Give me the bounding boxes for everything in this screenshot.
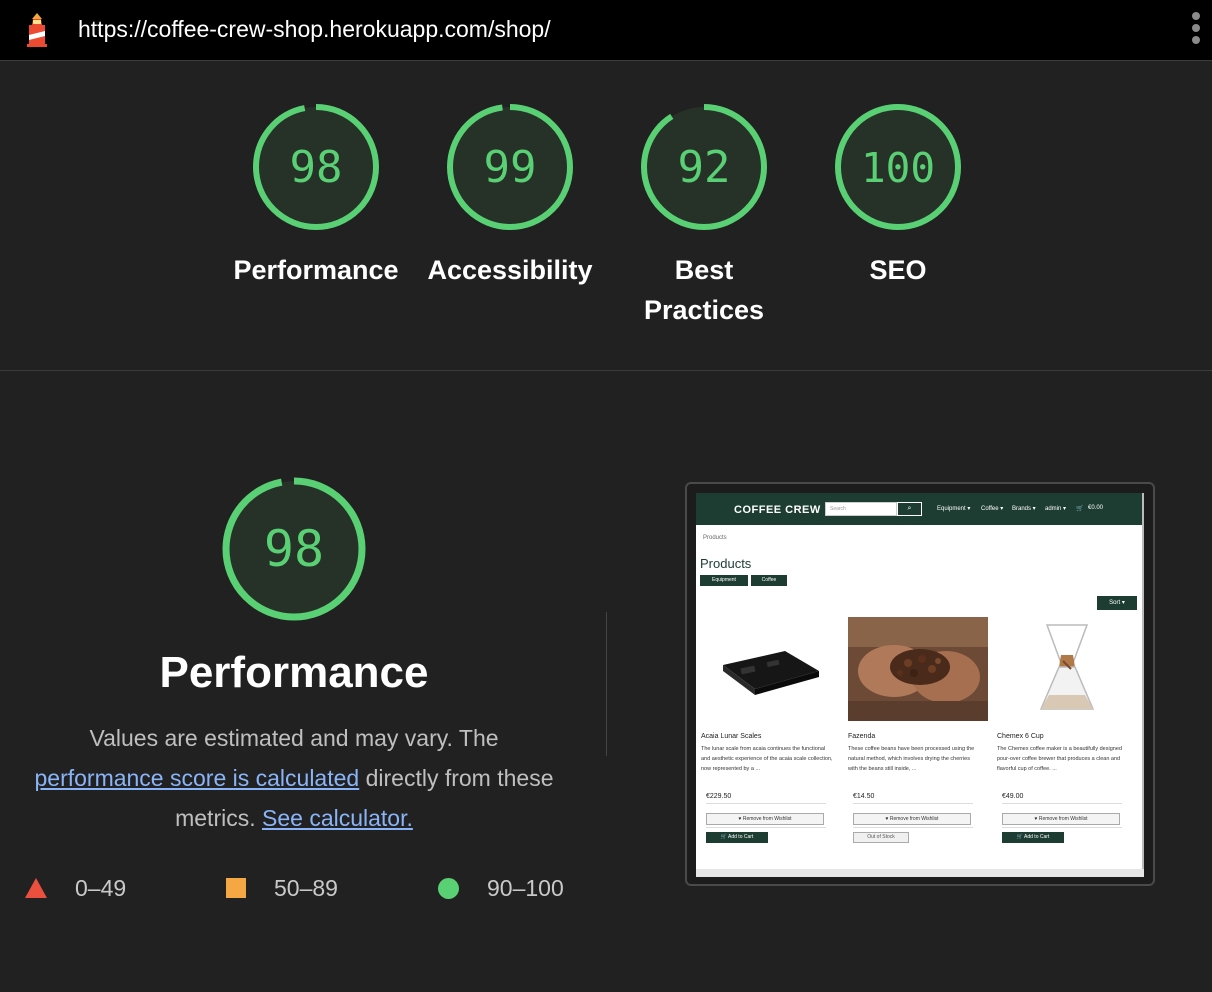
page-footer-strip	[696, 869, 1144, 877]
cart-label: Add to Cart	[1024, 834, 1050, 840]
best-practices-gauge-ring: 92	[641, 104, 767, 230]
square-icon	[226, 878, 246, 898]
product-card: Acaia Lunar Scales The lunar scale from …	[701, 617, 843, 857]
gauge-label: Accessibility	[427, 255, 593, 285]
nav-coffee: Coffee ▾	[981, 506, 1004, 512]
out-of-stock-button: Out of Stock	[853, 832, 909, 843]
product-card: Fazenda These coffee beans have been pro…	[848, 617, 990, 857]
remove-wishlist-button: ♥ Remove from Wishlist	[1002, 813, 1120, 825]
search-icon: ⌕	[897, 502, 922, 516]
shop-heading: Products	[700, 556, 752, 571]
gauge-score: 92	[678, 142, 731, 193]
shop-page-preview: COFFEE CREW Search ⌕ Equipment ▾ Coffee …	[696, 493, 1144, 877]
gauge-label: SEO	[869, 255, 927, 285]
legend-fail-label: 0–49	[75, 874, 127, 901]
product-name: Chemex 6 Cup	[997, 733, 1044, 740]
final-screenshot-thumbnail[interactable]: COFFEE CREW Search ⌕ Equipment ▾ Coffee …	[685, 482, 1155, 886]
chip-coffee: Coffee	[751, 575, 787, 586]
performance-large-gauge: 98	[222, 477, 366, 621]
product-desc: These coffee beans have been processed u…	[848, 746, 975, 772]
legend-average: 50–89	[226, 872, 338, 904]
lighthouse-icon	[27, 13, 47, 47]
product-image-scale	[701, 617, 841, 721]
legend-pass-label: 90–100	[487, 874, 564, 901]
see-calculator-link[interactable]: See calculator.	[262, 805, 413, 831]
triangle-icon	[25, 878, 47, 898]
gauge-accessibility[interactable]: 99 Accessibility	[420, 102, 600, 290]
shop-breadcrumb: Products	[703, 535, 727, 541]
product-image-beans	[848, 617, 988, 721]
product-price: €49.00	[1002, 793, 1024, 800]
gauge-label-line1: Best	[674, 255, 734, 285]
page-url: https://coffee-crew-shop.herokuapp.com/s…	[78, 16, 551, 42]
gauge-best-practices[interactable]: 92 Best Practices	[614, 102, 794, 330]
shop-brand: COFFEE CREW	[734, 504, 821, 516]
gauge-label: Performance	[233, 255, 399, 285]
product-image-chemex	[997, 617, 1137, 721]
circle-icon	[438, 877, 459, 899]
url-bar: https://coffee-crew-shop.herokuapp.com/s…	[0, 0, 1212, 61]
remove-wishlist-button: ♥ Remove from Wishlist	[853, 813, 971, 825]
gauge-label-line2: Practices	[643, 295, 765, 325]
gauge-performance[interactable]: 98 Performance	[226, 102, 406, 290]
gauge-seo[interactable]: 100 SEO	[808, 102, 988, 290]
performance-large-score: 98	[264, 520, 324, 578]
scrollbar	[1142, 493, 1144, 877]
legend-fail: 0–49	[25, 872, 126, 904]
product-card: Chemex 6 Cup The Chemex coffee maker is …	[997, 617, 1139, 857]
legend-average-label: 50–89	[274, 874, 338, 901]
gauge-score: 99	[484, 142, 537, 193]
nav-equipment: Equipment ▾	[937, 506, 971, 512]
legend-pass: 90–100	[438, 872, 564, 904]
wishlist-label: Remove from Wishlist	[1038, 816, 1088, 822]
remove-wishlist-button: ♥ Remove from Wishlist	[706, 813, 824, 825]
product-price: €229.50	[706, 793, 732, 800]
product-price: €14.50	[853, 793, 875, 800]
accessibility-gauge-ring: 99	[447, 104, 573, 230]
product-desc: The Chemex coffee maker is a beautifully…	[997, 746, 1122, 772]
product-desc: The lunar scale from acaia continues the…	[701, 746, 833, 772]
wishlist-label: Remove from Wishlist	[742, 816, 792, 822]
desc-text: Values are estimated and may vary. The	[89, 725, 499, 751]
performance-gauge-ring: 98	[253, 104, 379, 230]
performance-description: Values are estimated and may vary. The p…	[30, 718, 558, 838]
cart-icon: 🛒	[1076, 506, 1084, 512]
shop-search-input: Search	[825, 502, 897, 516]
score-calculated-link[interactable]: performance score is calculated	[34, 765, 359, 791]
nav-cart-total: €0.00	[1088, 505, 1104, 511]
sort-button: Sort ▾	[1097, 596, 1137, 610]
vertical-divider	[606, 612, 607, 756]
gauge-label: Best Practices	[614, 250, 794, 330]
section-divider	[0, 370, 1212, 371]
shop-navbar: COFFEE CREW Search ⌕ Equipment ▾ Coffee …	[696, 493, 1144, 525]
add-to-cart-button: 🛒 Add to Cart	[1002, 832, 1064, 843]
product-name: Fazenda	[848, 733, 876, 740]
chip-equipment: Equipment	[700, 575, 748, 586]
nav-admin: admin ▾	[1045, 506, 1067, 512]
performance-title: Performance	[159, 648, 429, 697]
kebab-menu-icon[interactable]	[1188, 12, 1204, 48]
gauge-score: 100	[861, 144, 935, 192]
nav-brands: Brands ▾	[1012, 506, 1036, 512]
score-gauges: 98 Performance 99 Accessibility 92 Best …	[0, 62, 1212, 370]
add-to-cart-button: 🛒 Add to Cart	[706, 832, 768, 843]
gauge-score: 98	[290, 142, 343, 193]
wishlist-label: Remove from Wishlist	[889, 816, 939, 822]
seo-gauge-ring: 100	[835, 104, 961, 230]
cart-label: Add to Cart	[728, 834, 754, 840]
product-name: Acaia Lunar Scales	[701, 733, 762, 740]
